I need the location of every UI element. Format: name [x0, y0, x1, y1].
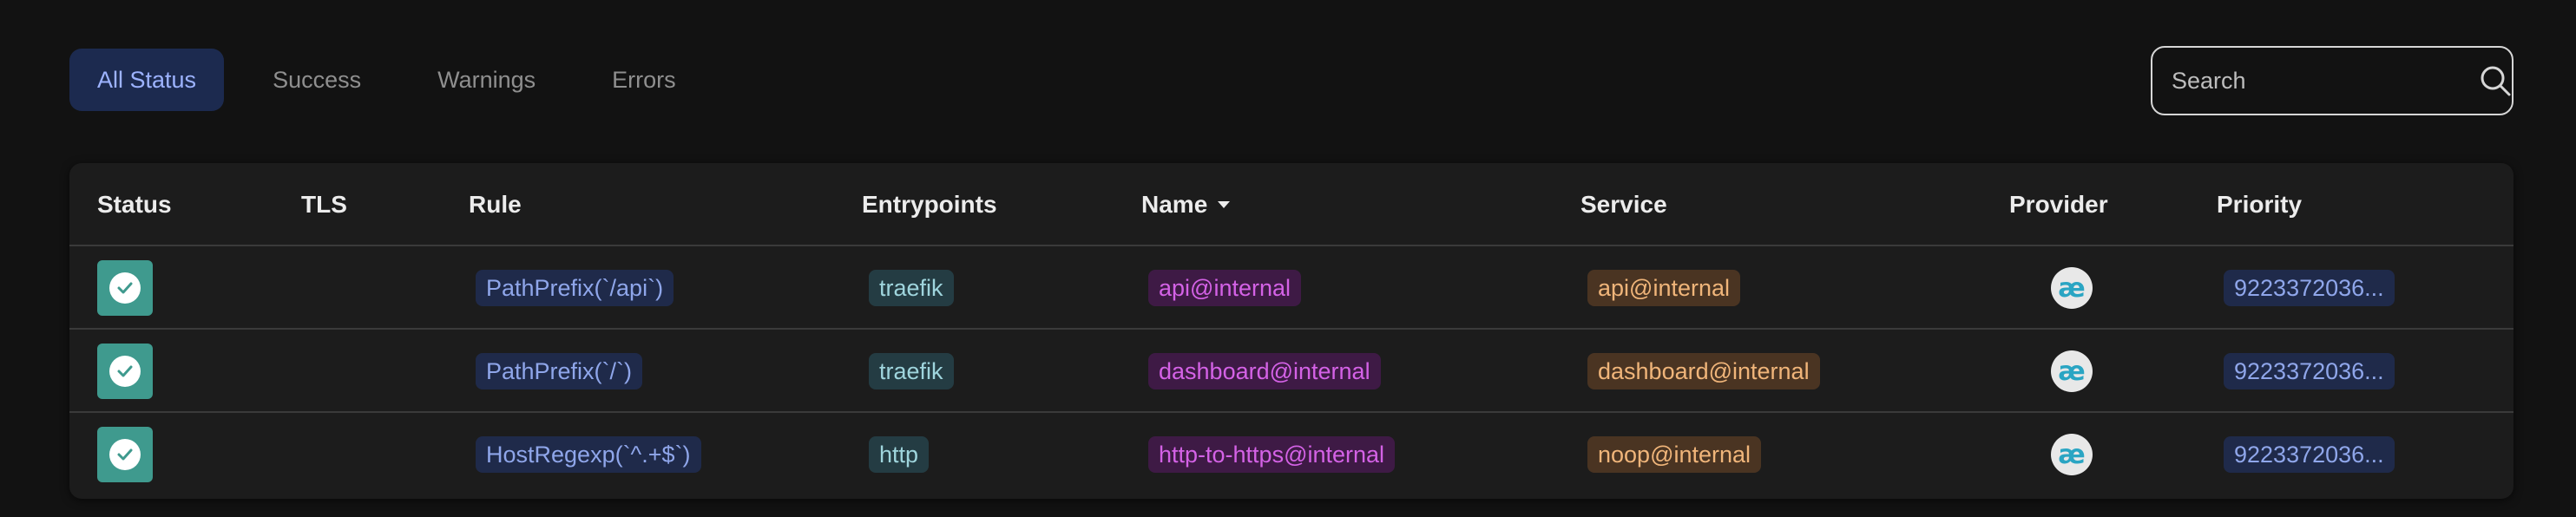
column-header-provider[interactable]: Provider: [2009, 163, 2108, 246]
column-header-priority[interactable]: Priority: [2217, 163, 2302, 246]
check-icon: [109, 272, 141, 304]
internal-provider-icon: æ: [2051, 434, 2093, 475]
tab-success[interactable]: Success: [245, 49, 389, 111]
rule-cell: HostRegexp(`^.+$`): [476, 413, 701, 496]
priority-badge: 9223372036...: [2224, 436, 2395, 473]
internal-provider-icon: æ: [2051, 350, 2093, 392]
search-box[interactable]: [2151, 46, 2514, 115]
rule-badge: PathPrefix(`/`): [476, 353, 643, 389]
tab-all-status[interactable]: All Status: [69, 49, 225, 111]
service-badge: noop@internal: [1587, 436, 1762, 473]
tab-warnings[interactable]: Warnings: [410, 49, 563, 111]
priority-cell: 9223372036...: [2224, 413, 2395, 496]
check-icon: [109, 356, 141, 387]
entrypoints-cell: traefik: [869, 330, 954, 413]
routers-table: Status TLS Rule Entrypoints Name Service…: [69, 163, 2514, 499]
entrypoint-badge: traefik: [869, 270, 954, 306]
name-cell: dashboard@internal: [1148, 330, 1381, 413]
service-cell: noop@internal: [1587, 413, 1762, 496]
entrypoints-cell: traefik: [869, 246, 954, 330]
column-header-name-label: Name: [1141, 191, 1208, 218]
column-header-entrypoints[interactable]: Entrypoints: [862, 163, 997, 246]
status-cell: [97, 413, 153, 496]
status-success-badge: [97, 260, 153, 316]
service-badge: api@internal: [1587, 270, 1740, 306]
search-icon[interactable]: [2479, 63, 2512, 98]
provider-cell: æ: [2051, 413, 2093, 496]
name-badge: http-to-https@internal: [1148, 436, 1396, 473]
entrypoint-badge: http: [869, 436, 930, 473]
filter-bar: All Status Success Warnings Errors: [69, 46, 2514, 115]
provider-cell: æ: [2051, 330, 2093, 413]
rule-cell: PathPrefix(`/api`): [476, 246, 674, 330]
name-cell: api@internal: [1148, 246, 1301, 330]
service-cell: dashboard@internal: [1587, 330, 1820, 413]
name-badge: dashboard@internal: [1148, 353, 1381, 389]
column-header-service[interactable]: Service: [1580, 163, 1667, 246]
rule-badge: PathPrefix(`/api`): [476, 270, 674, 306]
rule-badge: HostRegexp(`^.+$`): [476, 436, 701, 473]
status-success-badge: [97, 427, 153, 482]
service-badge: dashboard@internal: [1587, 353, 1820, 389]
rule-cell: PathPrefix(`/`): [476, 330, 643, 413]
column-header-status[interactable]: Status: [97, 163, 172, 246]
entrypoint-badge: traefik: [869, 353, 954, 389]
column-header-rule[interactable]: Rule: [469, 163, 522, 246]
column-header-name[interactable]: Name: [1141, 163, 1231, 246]
name-cell: http-to-https@internal: [1148, 413, 1396, 496]
check-icon: [109, 439, 141, 470]
sort-descending-icon: [1218, 201, 1231, 208]
table-row[interactable]: PathPrefix(`/`) traefik dashboard@intern…: [69, 330, 2514, 413]
search-input[interactable]: [2172, 67, 2479, 95]
status-cell: [97, 330, 153, 413]
entrypoints-cell: http: [869, 413, 930, 496]
priority-cell: 9223372036...: [2224, 330, 2395, 413]
status-tabs: All Status Success Warnings Errors: [69, 49, 725, 111]
name-badge: api@internal: [1148, 270, 1301, 306]
table-row[interactable]: HostRegexp(`^.+$`) http http-to-https@in…: [69, 413, 2514, 496]
status-success-badge: [97, 344, 153, 399]
table-header: Status TLS Rule Entrypoints Name Service…: [69, 163, 2514, 246]
column-header-tls[interactable]: TLS: [301, 163, 347, 246]
priority-badge: 9223372036...: [2224, 353, 2395, 389]
internal-provider-icon: æ: [2051, 267, 2093, 309]
status-cell: [97, 246, 153, 330]
provider-cell: æ: [2051, 246, 2093, 330]
tab-errors[interactable]: Errors: [584, 49, 704, 111]
priority-cell: 9223372036...: [2224, 246, 2395, 330]
table-row[interactable]: PathPrefix(`/api`) traefik api@internal …: [69, 246, 2514, 330]
priority-badge: 9223372036...: [2224, 270, 2395, 306]
service-cell: api@internal: [1587, 246, 1740, 330]
